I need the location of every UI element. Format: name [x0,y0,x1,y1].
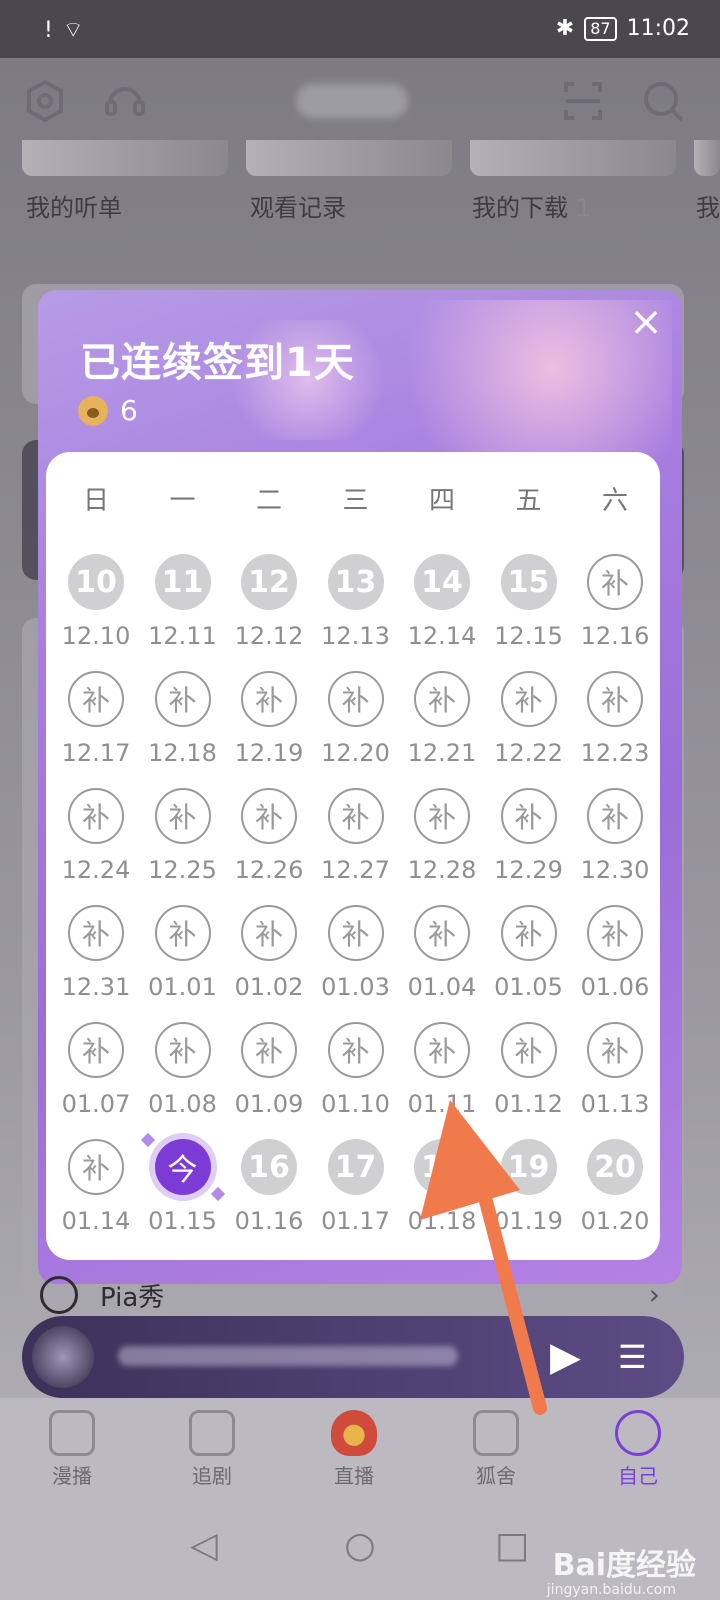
annotation-arrow [420,1100,547,1415]
